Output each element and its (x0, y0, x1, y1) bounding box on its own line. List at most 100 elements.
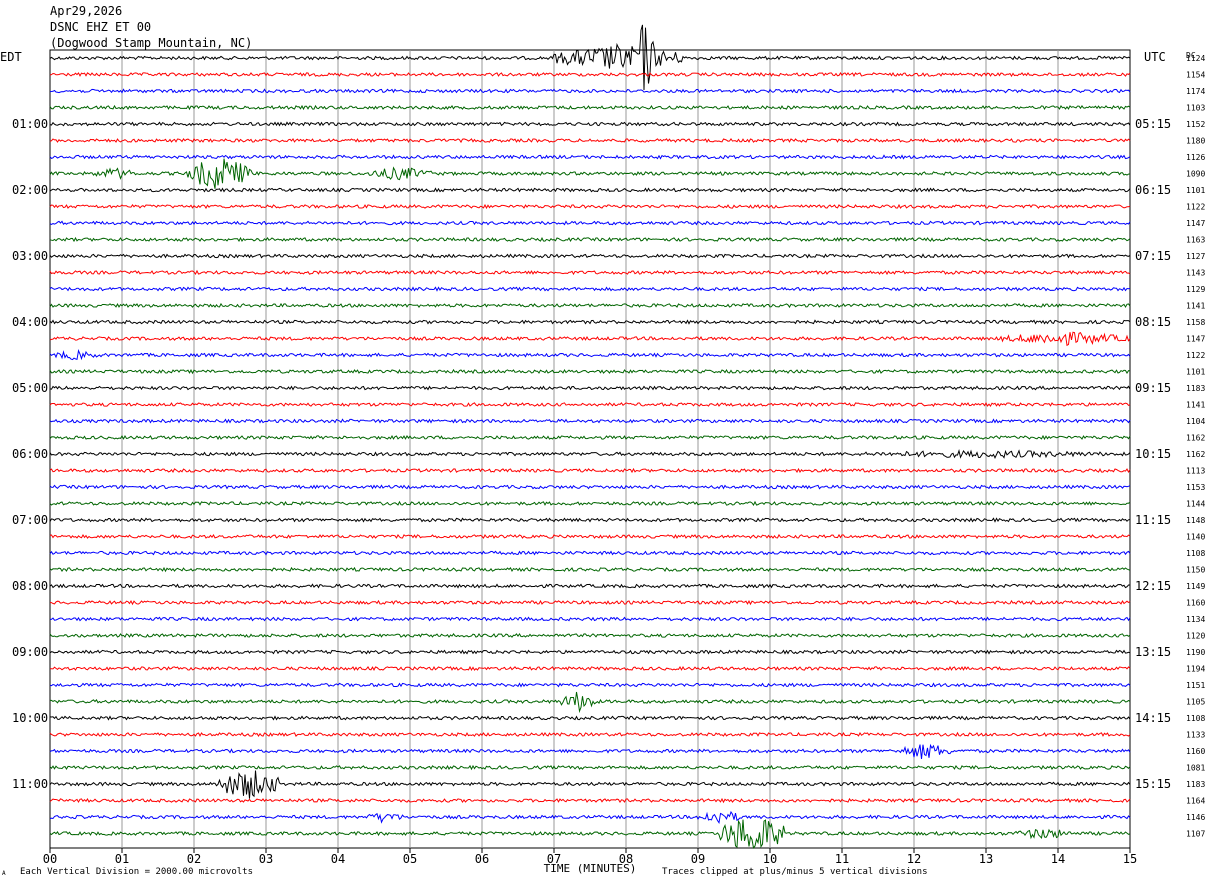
dc-offset-label: 1103 (1186, 104, 1205, 113)
dc-offset-label: 1158 (1186, 318, 1205, 327)
right-timezone-label: UTC (1144, 50, 1166, 64)
left-hour-label: 02:00 (12, 183, 48, 197)
seismic-trace (49, 286, 1131, 292)
x-tick-label: 09 (691, 852, 705, 866)
right-hour-label: 15:15 (1135, 777, 1171, 791)
seismic-trace (49, 682, 1131, 688)
seismic-trace (49, 434, 1131, 441)
seismic-trace (49, 348, 1131, 361)
dc-offset-label: 1149 (1186, 582, 1205, 591)
right-hour-label: 05:15 (1135, 117, 1171, 131)
dc-offset-label: 1134 (1186, 615, 1205, 624)
clip-note: Traces clipped at plus/minus 5 vertical … (662, 867, 928, 877)
scale-note: Each Vertical Division = 2000.00 microvo… (20, 867, 253, 877)
dc-offset-label: 1133 (1186, 731, 1205, 740)
seismic-trace (49, 220, 1131, 226)
x-tick-label: 12 (907, 852, 921, 866)
seismic-trace (50, 665, 1131, 672)
dc-offset-label: 1120 (1186, 632, 1205, 641)
x-tick-label: 10 (763, 852, 777, 866)
dc-offset-label: 1150 (1186, 566, 1205, 575)
right-hour-label: 12:15 (1135, 579, 1171, 593)
dc-offset-label: 1101 (1186, 368, 1205, 377)
seismic-trace (49, 104, 1131, 111)
left-hour-label: 06:00 (12, 447, 48, 461)
seismic-trace (49, 269, 1131, 276)
seismic-trace (49, 819, 1131, 849)
dc-offset-label: 1183 (1186, 384, 1205, 393)
seismic-trace (49, 770, 1131, 799)
seismic-trace (49, 331, 1131, 347)
x-tick-label: 00 (43, 852, 57, 866)
seismic-trace (49, 566, 1131, 573)
x-tick-label: 11 (835, 852, 849, 866)
seismic-trace (49, 797, 1131, 804)
dc-offset-label: 1107 (1186, 830, 1205, 839)
seismic-trace (49, 715, 1131, 721)
seismic-trace (49, 467, 1131, 474)
seismic-trace (49, 731, 1131, 738)
dc-offset-label: 1127 (1186, 252, 1205, 261)
seismic-trace (49, 158, 1131, 189)
seismic-trace (49, 121, 1131, 127)
x-tick-label: 01 (115, 852, 129, 866)
dc-offset-label: 1129 (1186, 285, 1205, 294)
dc-offset-label: 1164 (1186, 797, 1205, 806)
seismic-trace (49, 302, 1131, 309)
right-hour-label: 11:15 (1135, 513, 1171, 527)
left-hour-label: 09:00 (12, 645, 48, 659)
seismic-trace (49, 550, 1131, 556)
left-hour-label: 05:00 (12, 381, 48, 395)
dc-offset-label: 1104 (1186, 417, 1205, 426)
dc-offset-label: 1163 (1186, 236, 1205, 245)
dc-offset-label: 1126 (1186, 153, 1205, 162)
dc-offset-label: 1122 (1186, 203, 1205, 212)
right-hour-label: 10:15 (1135, 447, 1171, 461)
seismic-trace (49, 418, 1131, 424)
corner-mark: A (2, 870, 6, 877)
left-hour-label: 08:00 (12, 579, 48, 593)
dc-offset-label: 1147 (1186, 335, 1205, 344)
right-hour-label: 14:15 (1135, 711, 1171, 725)
seismic-trace (49, 24, 1131, 91)
x-tick-label: 04 (331, 852, 345, 866)
seismic-trace (49, 203, 1131, 210)
dc-offset-label: 1140 (1186, 533, 1205, 542)
dc-offset-label: 1108 (1186, 549, 1205, 558)
dc-offset-label: 1101 (1186, 186, 1205, 195)
left-hour-label: 03:00 (12, 249, 48, 263)
left-hour-label: 04:00 (12, 315, 48, 329)
seismic-trace (49, 137, 1131, 144)
seismogram-chart: 00 01 02 03 04 05 06 07 08 09 10 11 12 13 14 15TIME (MI… (0, 24, 1205, 875)
right-hour-label: 09:15 (1135, 381, 1171, 395)
dc-offset-label: 1194 (1186, 665, 1205, 674)
x-tick-label: 15 (1123, 852, 1137, 866)
seismic-trace (49, 649, 1131, 655)
seismic-trace (49, 743, 1131, 760)
dc-offset-label: 1143 (1186, 269, 1205, 278)
seismic-trace (49, 764, 1131, 771)
seismic-trace (49, 368, 1131, 375)
left-timezone-label: EDT (0, 50, 22, 64)
seismic-trace (49, 517, 1131, 523)
seismic-trace (50, 599, 1131, 606)
dc-offset-label: 1162 (1186, 434, 1205, 443)
seismic-trace (49, 632, 1131, 638)
right-hour-label: 13:15 (1135, 645, 1171, 659)
x-tick-label: 03 (259, 852, 273, 866)
dc-offset-label: 1154 (1186, 71, 1205, 80)
seismic-trace (49, 88, 1131, 94)
seismic-trace (49, 253, 1131, 259)
dc-offset-label: 1190 (1186, 648, 1205, 657)
left-hour-label: 01:00 (12, 117, 48, 131)
seismic-trace (49, 319, 1131, 325)
dc-offset-label: 1180 (1186, 137, 1205, 146)
dc-offset-label: 1090 (1186, 170, 1205, 179)
right-hour-label: 07:15 (1135, 249, 1171, 263)
seismic-trace (49, 154, 1131, 160)
x-tick-label: 14 (1051, 852, 1065, 866)
dc-offset-label: 1147 (1186, 219, 1205, 228)
dc-offset-label: 1174 (1186, 87, 1205, 96)
x-axis-label: TIME (MINUTES) (544, 862, 637, 875)
dc-offset-label: 1146 (1186, 813, 1205, 822)
